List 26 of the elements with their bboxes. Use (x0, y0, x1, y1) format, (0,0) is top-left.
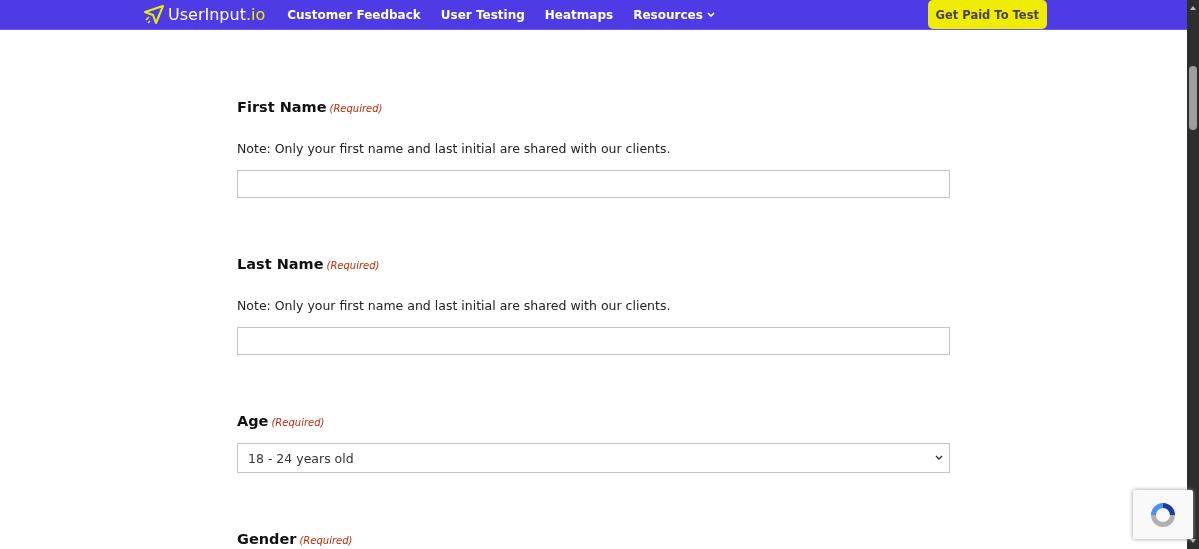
field-note: Note: Only your first name and last initial are shared with our clients. (237, 298, 672, 313)
chevron-down-icon (935, 455, 943, 461)
required-marker: (Required) (271, 417, 325, 428)
text-input-field[interactable] (237, 327, 950, 355)
paper-plane-icon (144, 4, 164, 25)
age-select[interactable]: 18 - 24 years old (237, 443, 950, 473)
nav-link[interactable]: Customer Feedback (287, 7, 421, 22)
field-note: Note: Only your first name and last initial are shared with our clients. (237, 141, 672, 156)
scrollbar[interactable] (1187, 0, 1199, 549)
required-marker: (Required) (326, 260, 380, 271)
field-label: First Name (237, 99, 327, 115)
userinput-logo[interactable]: UserInput.io (144, 4, 266, 25)
scroll-up-arrow-icon[interactable] (1190, 6, 1196, 10)
scrollbar-thumb[interactable] (1189, 66, 1197, 130)
required-marker: (Required) (299, 535, 353, 546)
text-input-field[interactable] (237, 170, 950, 198)
chevron-down-icon (706, 11, 715, 18)
required-marker: (Required) (329, 103, 383, 114)
field-label: Gender (237, 531, 297, 547)
nav-link[interactable]: Resources (633, 7, 715, 22)
field-label: Last Name (237, 256, 324, 272)
scroll-down-arrow-icon[interactable] (1190, 539, 1196, 543)
nav-link[interactable]: Heatmaps (544, 7, 614, 22)
nav-link[interactable]: User Testing (440, 7, 525, 22)
field-label: Age (237, 413, 269, 429)
get-paid-button[interactable]: Get Paid To Test (927, 0, 1047, 29)
